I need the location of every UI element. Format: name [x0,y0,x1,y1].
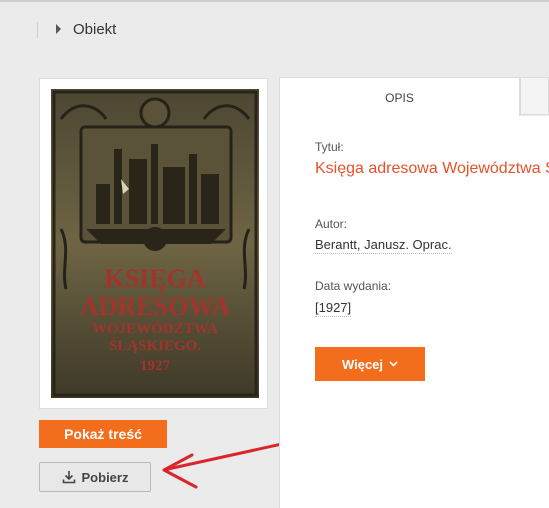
date-value[interactable]: [1927] [315,300,352,317]
more-label: Więcej [341,356,384,372]
cover-title-line-4: ŚLĄSKIEGO. [109,337,201,354]
chevron-down-icon [389,361,398,367]
cover-title-line-2: ADRESOWA [80,292,230,321]
tab-strip: OPIS [279,77,549,117]
cover-title-line-3: WOJEWÓDZTWA [92,320,218,337]
breadcrumb-divider [37,22,38,38]
title-label: Tytuł: [315,140,344,154]
download-button[interactable]: Pobierz [39,462,151,492]
top-border [0,0,549,2]
tab-opis[interactable]: OPIS [279,77,520,117]
cover-panel: KSIĘGA ADRESOWA WOJEWÓDZTWA ŚLĄSKIEGO. 1… [39,78,268,409]
cover-image[interactable]: KSIĘGA ADRESOWA WOJEWÓDZTWA ŚLĄSKIEGO. 1… [51,89,259,398]
download-icon [62,471,75,484]
show-content-label: Pokaż treść [64,426,142,442]
date-label: Data wydania: [315,279,392,293]
show-content-button[interactable]: Pokaż treść [39,420,167,448]
title-value[interactable]: Księga adresowa Województwa Śląskiego [315,160,549,178]
cover-title-line-1: KSIĘGA [104,264,205,293]
tab-next[interactable] [520,77,549,115]
chevron-right-icon [56,24,61,34]
breadcrumb[interactable]: Obiekt [73,21,116,38]
download-label: Pobierz [81,469,129,485]
author-label: Autor: [315,217,348,231]
tab-opis-label: OPIS [385,90,414,105]
more-button[interactable]: Więcej [315,347,425,381]
cover-year: 1927 [140,358,171,374]
author-value[interactable]: Berantt, Janusz. Oprac. [315,237,452,254]
description-panel: Tytuł: Księga adresowa Województwa Śląsk… [279,116,549,508]
